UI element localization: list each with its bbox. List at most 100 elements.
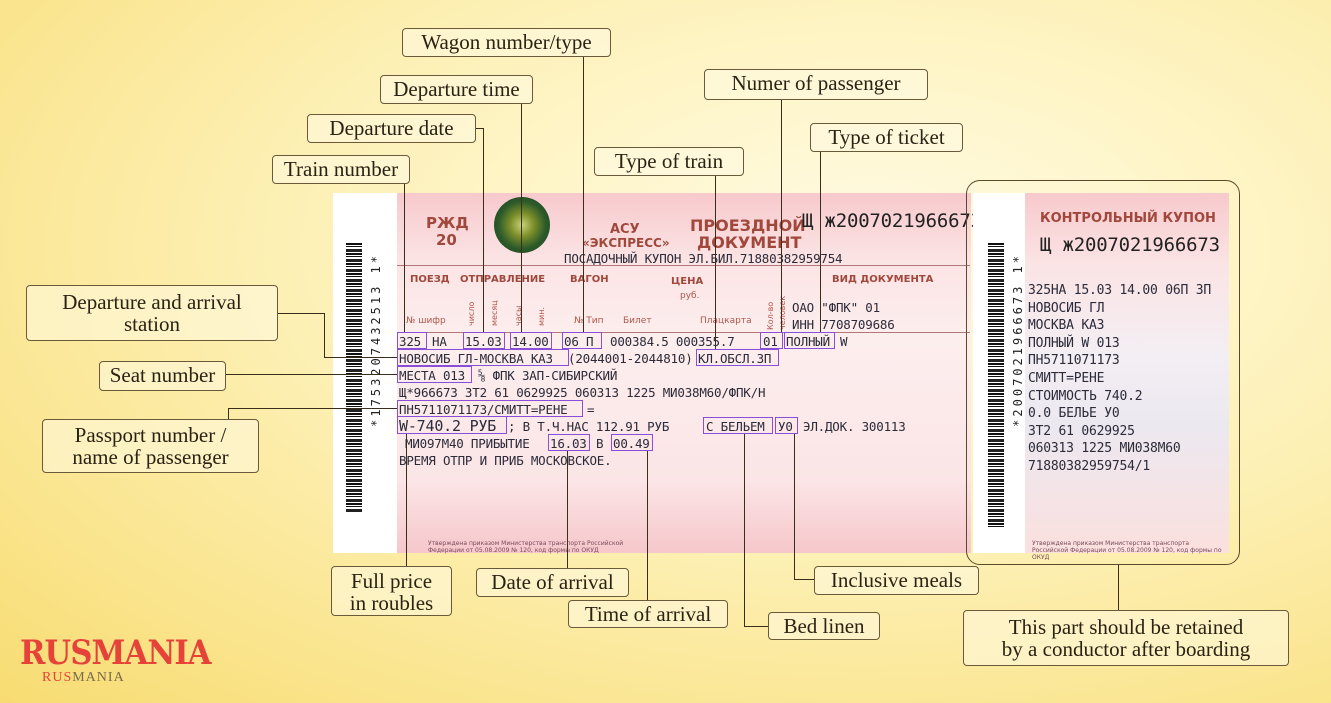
leader-departure-time: [521, 104, 522, 332]
asu-label: АСУ: [610, 222, 640, 237]
callout-passport-line1: Passport number /: [74, 423, 227, 447]
leader-meals-v: [794, 434, 795, 579]
diagram-canvas: *1753207432513 1* РЖД 20 АСУ «ЭКСПРЕСС» …: [0, 0, 1331, 703]
departure-date-box: [463, 332, 505, 349]
seat-box: [397, 366, 472, 383]
col-train: ПОЕЗД: [410, 274, 450, 285]
ticket-type-box: [784, 332, 835, 349]
carrier-branch: ⅝ ФПК ЗАП-СИБИРСКИЙ: [478, 368, 618, 383]
callout-passport: Passport number / name of passenger: [42, 419, 259, 473]
callout-number-of-passenger: Numer of passenger: [704, 69, 928, 100]
leader-departure-date-v: [483, 128, 484, 332]
eldoc-text: ЭЛ.ДОК. 300113: [803, 419, 906, 434]
col-rub: руб.: [680, 291, 700, 301]
full-price-box: [397, 416, 507, 434]
leader-stations-h2: [324, 357, 397, 358]
callout-retained-line2: by a conductor after boarding: [1001, 637, 1251, 661]
callout-passport-line2: name of passenger: [72, 445, 229, 469]
leader-stations-v: [324, 313, 325, 358]
callout-departure-date: Departure date: [307, 114, 476, 143]
col-persons: человек: [778, 295, 787, 330]
arrival-date-box: [548, 434, 590, 451]
station-codes: (2044001-2044810): [568, 351, 693, 366]
departure-time-box: [510, 332, 552, 349]
callout-full-price-line1: Full price: [350, 569, 433, 593]
rusmania-logo: RUSMANIA RUSMANIA: [20, 636, 232, 686]
col-doc-type: ВИД ДОКУМЕНТА: [832, 274, 934, 285]
leader-bed-linen-v: [744, 434, 745, 626]
callout-date-of-arrival: Date of arrival: [476, 568, 629, 597]
callout-stations: Departure and arrival station: [26, 285, 278, 341]
col-price: ЦЕНА: [671, 276, 704, 287]
leader-bed-linen-h: [744, 626, 768, 627]
leader-full-price: [406, 434, 407, 566]
callout-type-of-train: Type of train: [594, 147, 744, 176]
col-code: № шифр: [406, 316, 446, 326]
meals-box: [775, 417, 798, 434]
callout-departure-time: Departure time: [380, 75, 533, 104]
callout-wagon: Wagon number/type: [402, 28, 611, 57]
col-day: число: [467, 301, 476, 326]
col-minutes: мин.: [537, 306, 546, 326]
callout-full-price: Full price in roubles: [331, 566, 452, 616]
rzd-label: РЖД: [426, 214, 469, 232]
callout-seat-number: Seat number: [99, 361, 226, 391]
wagon-box: [562, 332, 602, 349]
callout-type-of-ticket: Type of ticket: [810, 123, 963, 152]
col-count: Кол-во: [766, 301, 775, 330]
leader-retained: [1118, 565, 1119, 610]
boarding-coupon-line: ПОСАДОЧНЫЙ КУПОН ЭЛ.БИЛ.71880382959754: [564, 251, 843, 266]
stations-box: [397, 349, 569, 366]
ticket-footer: Утверждена приказом Министерства транспо…: [428, 540, 624, 554]
callout-retained-line1: This part should be retained: [1008, 615, 1244, 639]
callout-inclusive-meals: Inclusive meals: [814, 566, 979, 595]
train-number-box: [397, 332, 427, 349]
leader-meals-h: [794, 579, 814, 580]
coupon-outline: [966, 180, 1240, 565]
callout-full-price-line2: in roubles: [349, 591, 434, 615]
passport-eq: =: [587, 402, 595, 417]
callout-retained-by-conductor: This part should be retained by a conduc…: [963, 610, 1289, 666]
leader-seat: [226, 374, 397, 375]
arrival-time-box: [611, 434, 653, 451]
express-label: «ЭКСПРЕСС»: [582, 236, 670, 250]
train-type-box: [696, 349, 779, 366]
leader-stations-h1: [278, 313, 324, 314]
col-ticket: Билет: [623, 316, 652, 326]
leader-arrival-date: [567, 451, 568, 568]
na-text: НА: [432, 334, 447, 349]
arrival-code: МИ097М40 ПРИБЫТИЕ: [405, 436, 530, 451]
col-num-type: № Тип: [574, 316, 604, 326]
w-marker: W: [840, 334, 848, 349]
callout-stations-line1: Departure and arrival: [62, 290, 242, 314]
passenger-count-box: [760, 332, 783, 349]
leader-train-number: [404, 184, 405, 332]
bed-linen-box: [703, 417, 773, 434]
leader-wagon: [583, 57, 584, 332]
vat-text: ; В Т.Ч.НАС 112.91 РУБ: [508, 419, 670, 434]
ticket-codes-line: Щ*966673 3Т2 61 0629925 060313 1225 МИ03…: [399, 385, 766, 400]
carrier-inn: ИНН 7708709686: [792, 317, 895, 332]
timezone-note: ВРЕМЯ ОТПР И ПРИБ МОСКОВСКОЕ.: [399, 453, 612, 468]
leader-passenger-count: [781, 100, 782, 332]
arrival-v: В: [596, 436, 604, 451]
leader-arrival-time: [647, 451, 648, 600]
callout-stations-line2: station: [124, 312, 180, 336]
passport-box: [397, 400, 583, 417]
logo-main: RUSMANIA: [20, 633, 212, 673]
callout-time-of-arrival: Time of arrival: [568, 600, 728, 628]
callout-bed-linen: Bed linen: [768, 612, 880, 640]
carrier-name: ОАО "ФПК" 01: [792, 300, 880, 315]
rzd-number: 20: [436, 231, 457, 249]
col-departure: ОТПРАВЛЕНИЕ: [460, 274, 546, 285]
callout-train-number: Train number: [272, 155, 410, 184]
ticket-serial: Щ ж2007021966673: [802, 210, 982, 232]
leader-type-of-train: [715, 176, 716, 349]
leader-passport-v: [228, 408, 229, 419]
hologram-seal-icon: [494, 197, 550, 253]
doc-title-2: ДОКУМЕНТ: [697, 233, 802, 252]
col-wagon: ВАГОН: [570, 274, 609, 285]
col-berth: Плацкарта: [700, 316, 752, 326]
col-month: месяц: [490, 300, 499, 326]
leader-passport-h: [228, 408, 397, 409]
